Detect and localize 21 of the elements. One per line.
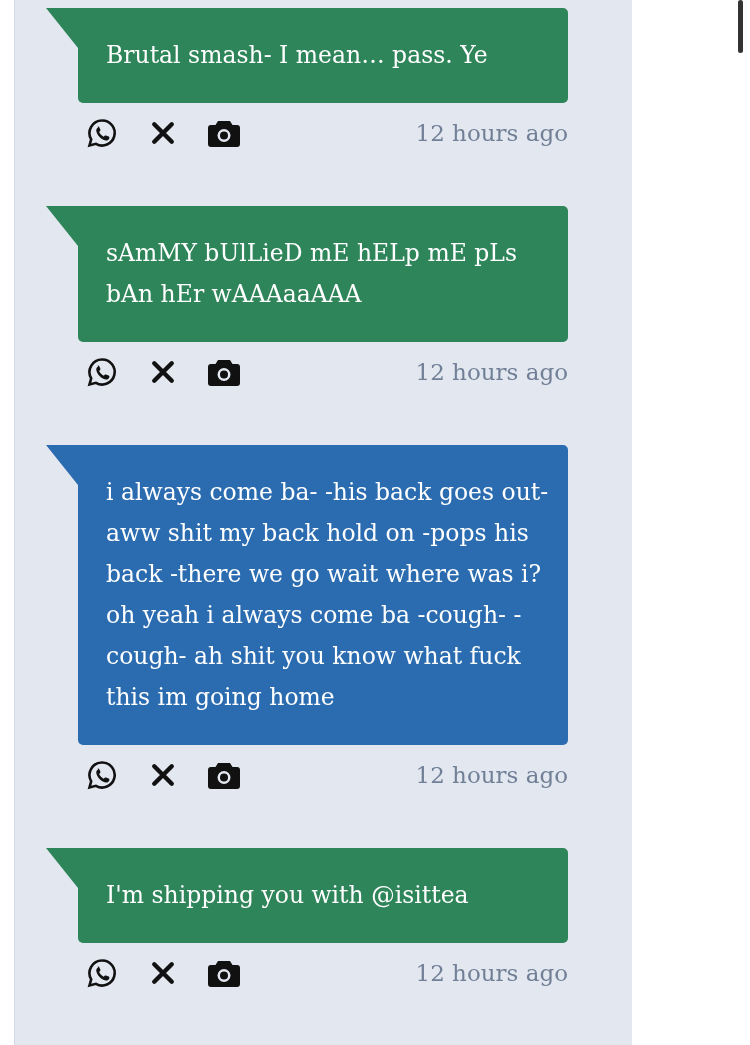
camera-icon[interactable] xyxy=(208,118,240,148)
timestamp: 12 hours ago xyxy=(415,762,568,788)
close-icon[interactable] xyxy=(149,358,177,386)
message-bubble: sAmMY bUlLieD mE hELp mE pLs bAn hEr wAAAaaAAA xyxy=(78,206,568,342)
camera-icon[interactable] xyxy=(208,760,240,790)
close-icon[interactable] xyxy=(149,761,177,789)
timestamp: 12 hours ago xyxy=(415,359,568,385)
chat-icon[interactable] xyxy=(86,759,118,791)
chat-icon[interactable] xyxy=(86,957,118,989)
timestamp: 12 hours ago xyxy=(415,960,568,986)
close-icon[interactable] xyxy=(149,119,177,147)
chat-icon[interactable] xyxy=(86,356,118,388)
message-bubble: i always come ba- -his back goes out- aww shit my back hold on -pops his back -there we go wait where was i? oh yeah i always come ba -cough- -cough- ah shit you know what fuck this im going home xyxy=(78,445,568,745)
timestamp: 12 hours ago xyxy=(415,120,568,146)
scrollbar-thumb[interactable] xyxy=(738,0,743,53)
close-icon[interactable] xyxy=(149,959,177,987)
message-bubble: Brutal smash- I mean… pass. Ye xyxy=(78,8,568,103)
chat-icon[interactable] xyxy=(86,117,118,149)
message-bubble: I'm shipping you with @isittea xyxy=(78,848,568,943)
camera-icon[interactable] xyxy=(208,357,240,387)
camera-icon[interactable] xyxy=(208,958,240,988)
